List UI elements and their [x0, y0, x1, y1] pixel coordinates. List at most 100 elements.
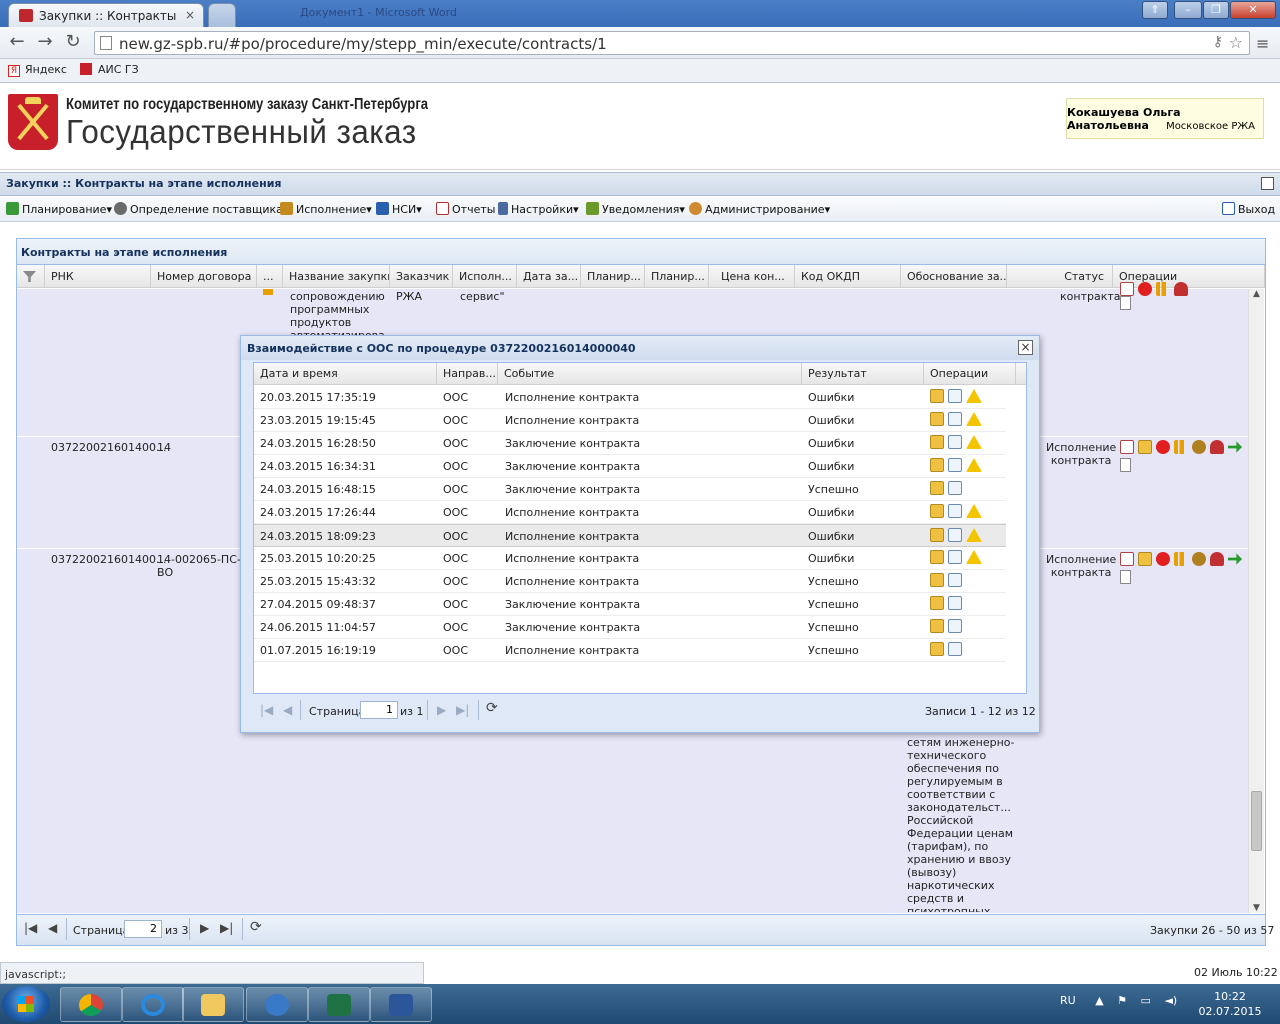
dialog-table-row[interactable]: 24.03.2015 18:09:23 ООС Исполнение контрак…: [254, 524, 1006, 547]
edit-note-icon[interactable]: [948, 435, 962, 449]
page-number-input[interactable]: 2: [124, 920, 162, 938]
action-center-flag-icon[interactable]: ⚑: [1117, 994, 1127, 1007]
first-page-icon[interactable]: |◀: [24, 921, 37, 935]
taskbar-app-excel[interactable]: [308, 987, 370, 1022]
edit-note-icon[interactable]: [948, 389, 962, 403]
col-executor[interactable]: Исполн...: [453, 265, 517, 288]
warning-icon[interactable]: [966, 550, 982, 564]
taskbar-app-chrome[interactable]: [60, 987, 122, 1022]
new-tab-button[interactable]: [208, 3, 236, 27]
dialog-prev-page-icon[interactable]: ◀: [283, 703, 292, 717]
dialog-page-input[interactable]: 1: [360, 701, 398, 719]
reload-icon[interactable]: ↻: [62, 31, 84, 53]
taskbar-app-explorer[interactable]: [182, 987, 244, 1022]
col-conclusion-date[interactable]: Дата за...: [517, 265, 581, 288]
edit-note-icon[interactable]: [948, 528, 962, 542]
prev-page-icon[interactable]: ◀: [48, 921, 57, 935]
menu-execution[interactable]: Исполнение▾: [280, 202, 372, 216]
dialog-table-row[interactable]: 27.04.2015 09:48:37 ООС Заключение контрак…: [254, 593, 1006, 616]
menu-administration[interactable]: Администрирование▾: [689, 202, 830, 216]
key-icon[interactable]: ⚷: [1213, 34, 1223, 50]
scroll-down-arrow-icon[interactable]: ▼: [1253, 903, 1260, 913]
edit-note-icon[interactable]: [948, 504, 962, 518]
taskbar-app-word[interactable]: [370, 987, 432, 1022]
col-basis[interactable]: Обоснование за...: [901, 265, 1007, 288]
window-user-button[interactable]: ⇑: [1142, 1, 1168, 19]
grid-vertical-scrollbar[interactable]: ▲ ▼: [1248, 289, 1264, 913]
document-page-icon[interactable]: [1120, 296, 1131, 310]
package-icon[interactable]: [930, 642, 944, 656]
package-icon[interactable]: [930, 412, 944, 426]
col-status[interactable]: Статус: [1007, 265, 1113, 288]
window-close-button[interactable]: ✕: [1230, 1, 1276, 19]
browser-menu-icon[interactable]: ≡: [1256, 34, 1269, 53]
taskbar-clock[interactable]: 10:22 02.07.2015: [1190, 989, 1270, 1019]
menu-supplier-selection[interactable]: Определение поставщика▾: [114, 202, 288, 216]
col-planned-2[interactable]: Планир...: [645, 265, 709, 288]
package-icon[interactable]: [930, 619, 944, 633]
refresh-icon[interactable]: ⟳: [250, 919, 262, 935]
users-icon[interactable]: [1210, 552, 1224, 566]
warning-icon[interactable]: [966, 458, 982, 472]
col-result[interactable]: Результат: [802, 363, 924, 385]
dialog-last-page-icon[interactable]: ▶|: [456, 703, 469, 717]
users-icon[interactable]: [1210, 440, 1224, 454]
package-icon[interactable]: [930, 389, 944, 403]
edit-note-icon[interactable]: [948, 596, 962, 610]
menu-settings[interactable]: Настройки▾: [498, 202, 579, 216]
dialog-table-row[interactable]: 24.03.2015 16:34:31 ООС Заключение контрак…: [254, 455, 1006, 478]
export-arrow-icon[interactable]: [1228, 441, 1242, 453]
gears-icon[interactable]: [1192, 552, 1206, 566]
package-icon[interactable]: [1138, 552, 1152, 566]
window-minimize-button[interactable]: –: [1174, 1, 1202, 19]
warning-icon[interactable]: [966, 389, 982, 403]
package-icon[interactable]: [930, 573, 944, 587]
taskbar-app-mail[interactable]: [246, 987, 308, 1022]
last-page-icon[interactable]: ▶|: [220, 921, 233, 935]
address-bar[interactable]: new.gz-spb.ru/#po/procedure/my/stepp_min…: [94, 31, 1250, 55]
chart-icon[interactable]: [1156, 282, 1170, 296]
package-icon[interactable]: [930, 481, 944, 495]
warning-icon[interactable]: [966, 435, 982, 449]
edit-note-icon[interactable]: [948, 550, 962, 564]
menu-notifications[interactable]: Уведомления▾: [586, 202, 685, 216]
menu-planning[interactable]: Планирование▾: [6, 202, 112, 216]
col-event[interactable]: Событие: [498, 363, 802, 385]
bookmark-ais-gz[interactable]: АИС ГЗ: [80, 63, 139, 76]
stop-icon[interactable]: [1156, 440, 1170, 454]
package-icon[interactable]: [930, 504, 944, 518]
col-purchase-name[interactable]: Название закупки: [283, 265, 390, 288]
browser-tab-active[interactable]: Закупки :: Контракты на э ×: [8, 3, 204, 27]
next-page-icon[interactable]: ▶: [200, 921, 209, 935]
dialog-table-row[interactable]: 01.07.2015 16:19:19 ООС Исполнение контрак…: [254, 639, 1006, 662]
gears-icon[interactable]: [1192, 440, 1206, 454]
dialog-table-row[interactable]: 24.03.2015 16:48:15 ООС Заключение контрак…: [254, 478, 1006, 501]
edit-note-icon[interactable]: [948, 642, 962, 656]
edit-note-icon[interactable]: [948, 458, 962, 472]
stop-icon[interactable]: [1156, 552, 1170, 566]
col-rnk[interactable]: РНК: [45, 265, 151, 288]
col-datetime[interactable]: Дата и время: [254, 363, 437, 385]
dialog-table-row[interactable]: 23.03.2015 19:15:45 ООС Исполнение контрак…: [254, 409, 1006, 432]
package-icon[interactable]: [930, 596, 944, 610]
package-icon[interactable]: [930, 528, 944, 542]
document-page-icon[interactable]: [1120, 458, 1131, 472]
tab-close-icon[interactable]: ×: [185, 8, 195, 22]
exit-button[interactable]: Выход: [1222, 202, 1275, 216]
address-url[interactable]: new.gz-spb.ru/#po/procedure/my/stepp_min…: [119, 35, 607, 53]
bookmark-star-icon[interactable]: ☆: [1229, 33, 1243, 52]
chart-icon[interactable]: [1174, 552, 1188, 566]
stop-icon[interactable]: [1138, 282, 1152, 296]
dialog-refresh-icon[interactable]: ⟳: [486, 700, 498, 716]
warning-icon[interactable]: [966, 528, 982, 542]
start-button[interactable]: [2, 986, 50, 1022]
filter-column-header[interactable]: [17, 265, 45, 288]
col-direction[interactable]: Направ...: [437, 363, 498, 385]
col-contract-number[interactable]: Номер договора: [151, 265, 257, 288]
chart-icon[interactable]: [1174, 440, 1188, 454]
dialog-first-page-icon[interactable]: |◀: [260, 703, 273, 717]
document-icon[interactable]: [1120, 440, 1134, 454]
document-icon[interactable]: [1120, 282, 1134, 296]
dialog-table-row[interactable]: 25.03.2015 10:20:25 ООС Исполнение контрак…: [254, 547, 1006, 570]
tray-expand-icon[interactable]: ▲: [1095, 994, 1103, 1007]
